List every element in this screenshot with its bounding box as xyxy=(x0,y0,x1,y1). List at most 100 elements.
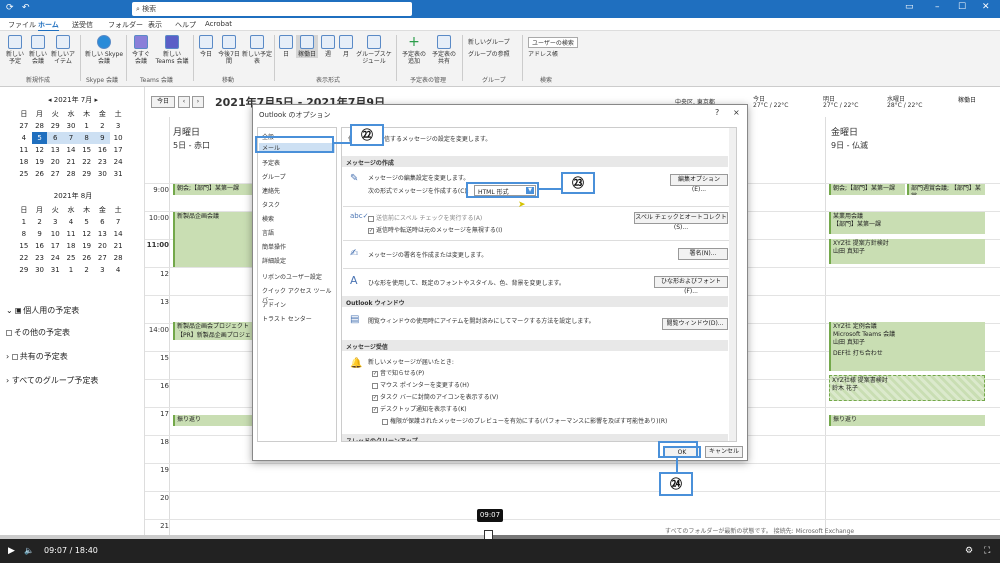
event-fri-def[interactable]: DEF社 打ち合わせ xyxy=(829,349,985,371)
event-fri-review[interactable]: 振り返り xyxy=(829,415,985,426)
ribbon-display-icon[interactable]: ▭ xyxy=(905,2,914,12)
new-skype-meeting-button[interactable]: 新しい Skype 会議 xyxy=(84,35,124,65)
help-button[interactable]: ? xyxy=(715,108,719,117)
group-schedule-button[interactable]: グループスケジュール xyxy=(356,35,392,65)
event-mon-project[interactable]: 新製品企画会プロジェクト 定例 xyxy=(173,322,255,331)
new-teams-meeting-button[interactable]: 新しい Teams 会議 xyxy=(154,35,190,65)
fullscreen-icon[interactable]: ⛶ xyxy=(984,546,990,556)
bell-icon: 🔔 xyxy=(350,358,363,369)
expand-icon[interactable]: ⌄ xyxy=(6,306,15,315)
nav-search[interactable]: 検索 xyxy=(262,214,274,223)
search-people-input[interactable]: ユーザーの検索 xyxy=(528,37,578,48)
add-calendar-button[interactable]: + 予定表の追加 xyxy=(400,35,428,65)
week-view-button[interactable]: 週 xyxy=(320,35,336,58)
nav-advanced[interactable]: 詳細設定 xyxy=(262,256,286,265)
address-book-button[interactable]: アドレス帳 xyxy=(528,49,558,58)
maximize-icon[interactable]: ☐ xyxy=(958,2,966,12)
nav-contacts[interactable]: 連絡先 xyxy=(262,186,280,195)
event-fri-morning[interactable]: 朝会;【部門】某第一課 xyxy=(829,184,905,195)
event-mon-review[interactable]: 振り返り xyxy=(173,415,255,426)
browse-groups-button[interactable]: グループの参照 xyxy=(468,49,510,58)
nav-language[interactable]: 言語 xyxy=(262,228,274,237)
reading-pane-button[interactable]: 閲覧ウィンドウ(D)... xyxy=(662,318,728,330)
next-month-icon[interactable]: ▸ xyxy=(92,96,98,104)
menu-folder[interactable]: フォルダー xyxy=(108,20,143,30)
nav-calendar[interactable]: 予定表 xyxy=(262,158,280,167)
play-icon[interactable]: ▶ xyxy=(8,546,15,556)
minimize-icon[interactable]: – xyxy=(935,2,940,12)
new-meeting-button[interactable]: 新しい会議 xyxy=(27,35,49,65)
folder-other-calendars[interactable]: その他の予定表 xyxy=(6,327,70,338)
nav-customize-ribbon[interactable]: リボンのユーザー設定 xyxy=(262,272,322,281)
menu-sendreceive[interactable]: 送受信 xyxy=(72,20,93,30)
spelling-autocorrect-button[interactable]: スペル チェックとオートコレクト(S)... xyxy=(634,212,728,231)
workweek-view-button[interactable]: 稼働日 xyxy=(296,35,318,58)
checkbox-icon[interactable]: ✓ xyxy=(368,227,374,234)
next7days-button[interactable]: 今後7日間 xyxy=(218,35,240,65)
menu-file[interactable]: ファイル xyxy=(8,20,36,30)
rights-protected-preview-option[interactable]: 権限が保護されたメッセージのプレビューを有効にする(パフォーマンスに影響を及ぼす… xyxy=(382,416,667,425)
folder-personal-calendars[interactable]: ⌄ ■ 個人用の予定表 xyxy=(6,305,79,316)
undo-icon[interactable]: ↶ xyxy=(22,3,30,13)
checkbox-icon[interactable]: ✓ xyxy=(372,406,378,413)
content-scrollbar[interactable] xyxy=(729,128,736,441)
nav-trust-center[interactable]: トラスト センター xyxy=(262,314,312,323)
cancel-button[interactable]: キャンセル xyxy=(705,446,743,458)
signature-button[interactable]: 署名(N)... xyxy=(678,248,728,260)
checkbox-icon[interactable] xyxy=(11,353,18,360)
event-fri-sales[interactable]: 某業用会議 【部門】某第一課 xyxy=(829,212,985,234)
options-content: 作成および受信するメッセージの設定を変更します。 メッセージの作成 ✎ メッセー… xyxy=(341,127,737,442)
checkbox-icon[interactable]: ✓ xyxy=(372,394,378,401)
new-calendar-button[interactable]: 新しい予定表 xyxy=(242,35,272,65)
desktop-alert-option[interactable]: ✓ デスクトップ通知を表示する(K) xyxy=(372,404,467,413)
refresh-icon[interactable]: ⟳ xyxy=(6,3,14,13)
view-selector[interactable]: 稼働日 xyxy=(942,96,992,108)
event-fri-dept[interactable]: 部門週賞会議; 【部門】某賞 xyxy=(907,184,985,195)
spell-check-option[interactable]: 送信前にスペル チェックを実行する(A) xyxy=(368,213,482,222)
checkbox-icon[interactable] xyxy=(372,382,378,389)
nav-groups[interactable]: グループ xyxy=(262,172,286,181)
checkbox-icon[interactable] xyxy=(368,215,374,222)
prev-range-button[interactable]: ‹ xyxy=(178,96,190,108)
change-pointer-option[interactable]: マウス ポインターを変更する(H) xyxy=(372,380,469,389)
menu-help[interactable]: ヘルプ xyxy=(175,20,196,30)
search-input[interactable]: ⌕ 検索 xyxy=(132,2,412,16)
today-button[interactable]: 今日 xyxy=(196,35,216,58)
new-item-button[interactable]: 新しいアイテム xyxy=(50,35,76,65)
envelope-icon-option[interactable]: ✓ タスク バーに封筒のアイコンを表示する(V) xyxy=(372,392,498,401)
new-appointment-button[interactable]: 新しい予定 xyxy=(4,35,26,65)
event-fri-xyz-plan[interactable]: XYZ社 提案方針検討 山田 真知子 xyxy=(829,239,985,264)
new-group-button[interactable]: 新しいグループ xyxy=(468,37,510,46)
menu-view[interactable]: 表示 xyxy=(148,20,162,30)
day-view-button[interactable]: 日 xyxy=(278,35,294,58)
event-fri-xyz-regular[interactable]: XYZ社 定例会議 Microsoft Teams 会議 山田 真知子 xyxy=(829,322,985,350)
event-mon-morning[interactable]: 朝会;【部門】某第一課 xyxy=(173,184,255,195)
nav-addins[interactable]: アドイン xyxy=(262,300,286,309)
checkbox-icon[interactable] xyxy=(6,329,12,336)
checkbox-icon[interactable]: ■ xyxy=(15,307,22,314)
today-nav-button[interactable]: 今日 xyxy=(151,96,175,108)
checkbox-icon[interactable] xyxy=(382,418,388,425)
folder-all-group-calendars[interactable]: › すべてのグループ予定表 xyxy=(6,375,98,386)
ignore-original-option[interactable]: ✓ 返信時や転送時は元のメッセージを無視する(I) xyxy=(368,225,502,234)
event-fri-xyz-proposal[interactable]: XYZ社様 提案書検討 鈴木 花子 xyxy=(829,375,985,401)
event-mon-pr[interactable]: 【PR】新製品企画プロジェクト xyxy=(173,331,255,340)
dialog-close-button[interactable]: × xyxy=(733,108,740,117)
nav-ease-of-access[interactable]: 簡単操作 xyxy=(262,242,286,251)
volume-icon[interactable]: 🔈 xyxy=(24,546,34,555)
close-icon[interactable]: ✕ xyxy=(982,2,990,12)
stationery-fonts-button[interactable]: ひな形およびフォント(F)... xyxy=(654,276,728,295)
month-view-button[interactable]: 月 xyxy=(338,35,354,58)
folder-shared-calendars[interactable]: › 共有の予定表 xyxy=(6,351,68,362)
play-sound-option[interactable]: ✓ 音で知らせる(P) xyxy=(372,368,424,377)
editor-options-button[interactable]: 編集オプション(E)... xyxy=(670,174,728,193)
checkbox-icon[interactable]: ✓ xyxy=(372,370,378,377)
share-calendar-button[interactable]: 予定表の共有 xyxy=(430,35,458,65)
settings-icon[interactable]: ⚙ xyxy=(965,546,973,556)
next-range-button[interactable]: › xyxy=(192,96,204,108)
meet-now-button[interactable]: 今すぐ会議 xyxy=(130,35,152,65)
event-mon-planning[interactable]: 新製品企画会議 xyxy=(173,212,255,267)
menu-acrobat[interactable]: Acrobat xyxy=(205,20,232,28)
nav-tasks[interactable]: タスク xyxy=(262,200,280,209)
menu-bar: ファイル ホーム 送受信 フォルダー 表示 ヘルプ Acrobat xyxy=(0,18,1000,32)
